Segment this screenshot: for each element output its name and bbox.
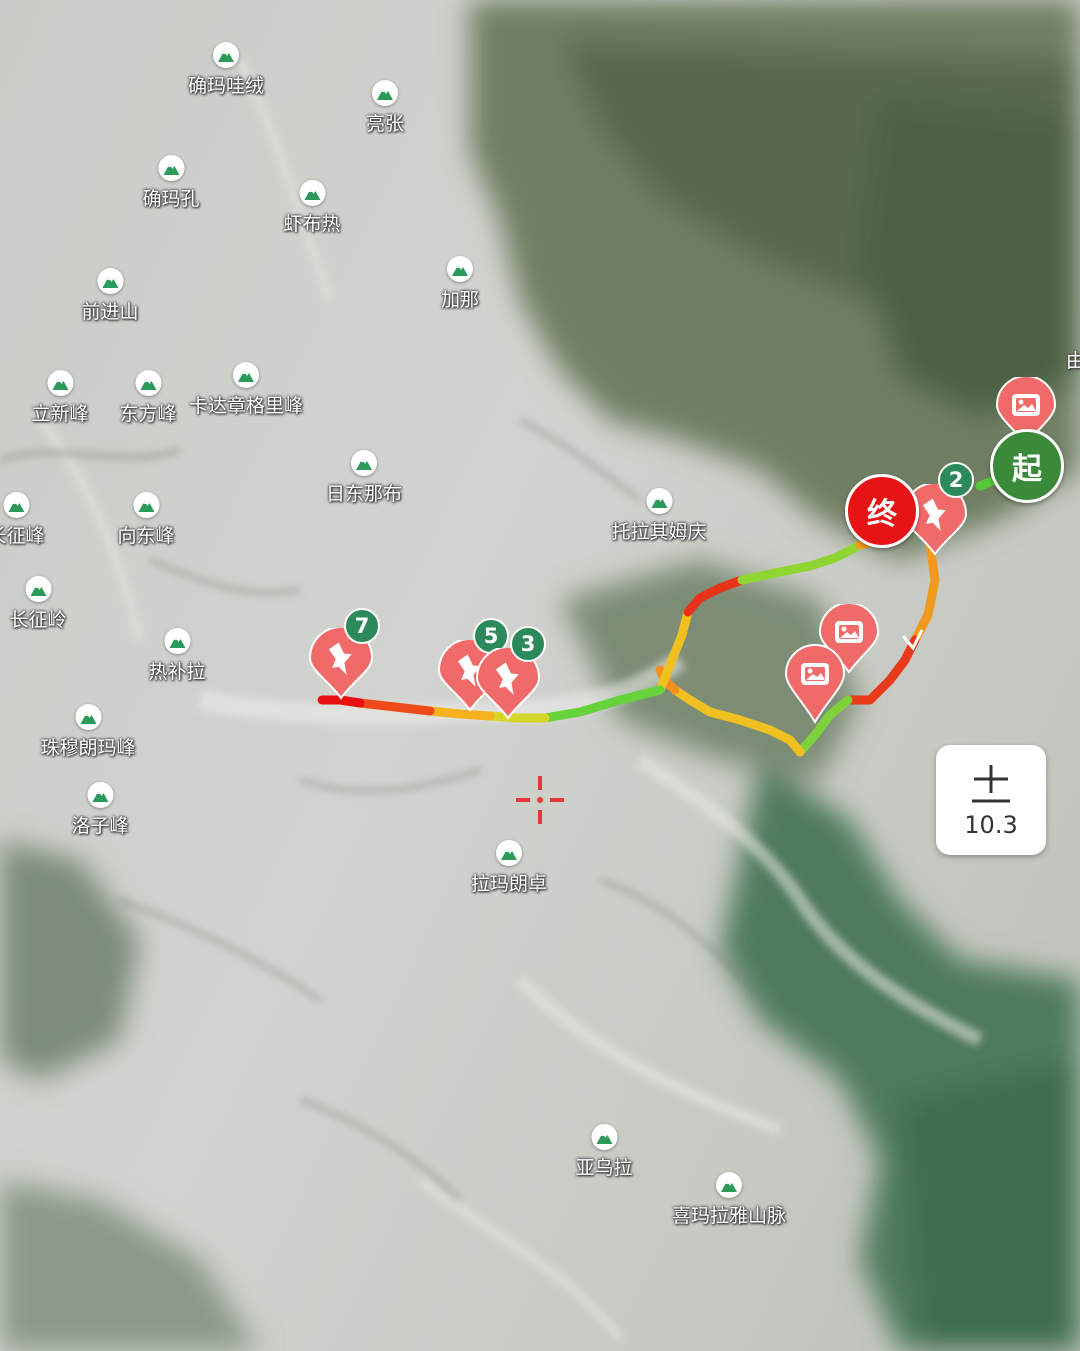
mountain-icon: [86, 782, 113, 808]
peak-marker[interactable]: 洛子峰: [71, 782, 129, 838]
badge-number: 3: [520, 632, 536, 656]
peak-marker[interactable]: 热补拉: [148, 628, 206, 684]
badge-number: 7: [354, 614, 370, 638]
peak-label: 确玛孔: [142, 188, 200, 210]
peak-label: 喜玛拉雅山脉: [671, 1205, 787, 1227]
peak-label: 长征岭: [9, 609, 67, 631]
mountain-icon: [157, 155, 184, 181]
peak-marker[interactable]: 加那: [441, 256, 479, 312]
peak-label: 亚乌拉: [575, 1157, 633, 1179]
peak-marker[interactable]: 喜玛拉雅山脉: [672, 1172, 786, 1228]
peak-label: 珠穆朗玛峰: [40, 737, 136, 759]
mountain-icon: [163, 628, 190, 654]
zoom-control[interactable]: 10.3: [936, 745, 1046, 855]
peak-marker[interactable]: 托拉其姆庆: [611, 488, 707, 544]
mountain-icon: [446, 256, 473, 282]
peak-label: 洛子峰: [71, 815, 129, 837]
photo-marker[interactable]: [784, 644, 846, 728]
peak-label: 虾布热: [283, 213, 341, 235]
mountain-icon: [2, 492, 29, 518]
mountain-icon: [74, 704, 101, 730]
peak-label: 日东那布: [325, 483, 403, 505]
peak-marker[interactable]: 珠穆朗玛峰: [40, 704, 136, 760]
peak-marker[interactable]: 长征峰: [0, 492, 45, 548]
mountain-icon: [495, 840, 522, 866]
mountain-icon: [350, 450, 377, 476]
waypoint-badge: 3: [510, 626, 546, 662]
peak-marker[interactable]: 虾布热: [283, 180, 341, 236]
peak-label: 东方峰: [119, 403, 177, 425]
peak-label: 托拉其姆庆: [611, 521, 707, 543]
edge-place-label: 由: [1066, 350, 1080, 372]
peak-marker[interactable]: 日东那布: [326, 450, 402, 506]
mountain-icon: [715, 1172, 742, 1198]
peak-marker[interactable]: 长征岭: [9, 576, 67, 632]
peak-marker[interactable]: 亮张: [366, 80, 404, 136]
peak-label: 拉玛朗卓: [470, 873, 548, 895]
peak-label: 加那: [440, 289, 480, 311]
peak-marker[interactable]: 向东峰: [117, 492, 175, 548]
mountain-icon: [46, 370, 73, 396]
peak-label: 卡达章格里峰: [188, 395, 304, 417]
mountain-icon: [134, 370, 161, 396]
peak-label: 确玛哇绒: [187, 75, 265, 97]
peak-marker[interactable]: 亚乌拉: [575, 1124, 633, 1180]
badge-number: 5: [483, 624, 499, 648]
mountain-icon: [645, 488, 672, 514]
mountain-icon: [298, 180, 325, 206]
peak-label: 亮张: [365, 113, 405, 135]
peak-marker[interactable]: 东方峰: [119, 370, 177, 426]
badge-number: 2: [948, 468, 964, 492]
start-label: 起: [1012, 452, 1042, 487]
waypoint-badge: 2: [938, 462, 974, 498]
end-marker[interactable]: 终: [845, 474, 919, 548]
peak-marker[interactable]: 确玛哇绒: [188, 42, 264, 98]
peak-label: 热补拉: [148, 661, 206, 683]
peak-label: 向东峰: [117, 525, 175, 547]
photo-icon: [784, 644, 846, 724]
peak-marker[interactable]: 确玛孔: [142, 155, 200, 211]
peak-label: 立新峰: [31, 403, 89, 425]
peak-marker[interactable]: 立新峰: [31, 370, 89, 426]
zoom-level: 10.3: [964, 811, 1018, 839]
peak-label: 前进山: [81, 301, 139, 323]
mountain-icon: [232, 362, 259, 388]
peak-marker[interactable]: 卡达章格里峰: [189, 362, 303, 418]
mountain-icon: [24, 576, 51, 602]
peak-marker[interactable]: 前进山: [81, 268, 139, 324]
start-marker[interactable]: 起: [990, 429, 1064, 503]
mountain-icon: [132, 492, 159, 518]
peak-marker[interactable]: 拉玛朗卓: [471, 840, 547, 896]
mountain-icon: [371, 80, 398, 106]
mountain-icon: [96, 268, 123, 294]
peak-label: 长征峰: [0, 525, 45, 547]
mountain-icon: [590, 1124, 617, 1150]
end-label: 终: [867, 497, 897, 532]
mountain-icon: [212, 42, 239, 68]
zoom-icon: [972, 765, 1010, 803]
waypoint-badge: 7: [344, 608, 380, 644]
